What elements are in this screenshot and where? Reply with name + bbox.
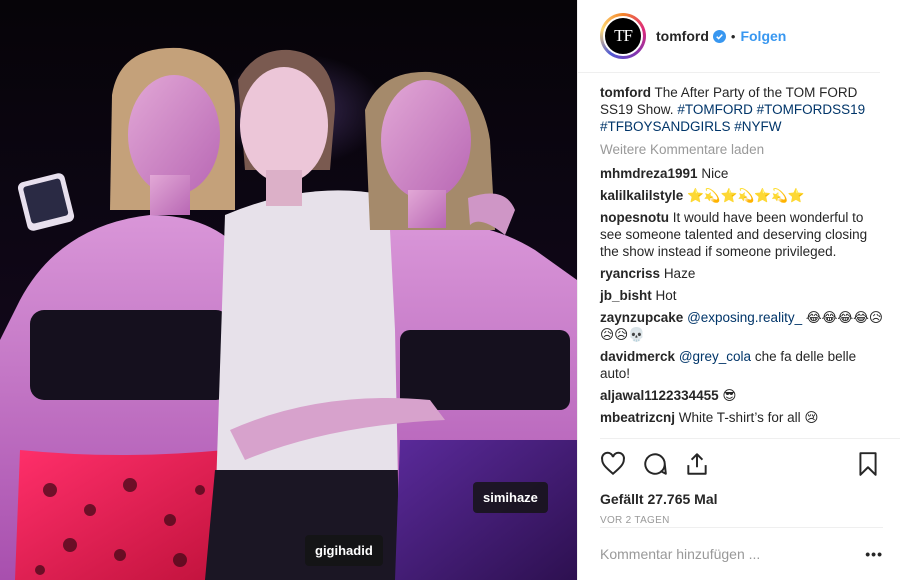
comment-text: Hot [655, 288, 677, 303]
hashtag[interactable]: #TOMFORD [677, 102, 753, 117]
likes-count[interactable]: Gefällt 27.765 Mal [600, 491, 900, 507]
mention[interactable]: @exposing.reality_ [687, 310, 802, 325]
post-photo[interactable]: gigihadid simihaze [0, 0, 577, 580]
comment-username[interactable]: zaynzupcake [600, 310, 683, 325]
heart-icon[interactable] [600, 451, 626, 477]
user-tag-simihaze[interactable]: simihaze [473, 482, 548, 513]
comment-username[interactable]: ryancriss [600, 266, 660, 281]
post-side-panel: TF tomford • Folgen tomford The After Pa… [577, 0, 900, 580]
hashtag[interactable]: #TOMFORDSS19 [757, 102, 866, 117]
comments-list: tomford The After Party of the TOM FORD … [600, 84, 885, 431]
comment-username[interactable]: jb_bisht [600, 288, 652, 303]
header-username[interactable]: tomford [656, 28, 709, 44]
comment-username[interactable]: mbeatrizcnj [600, 410, 675, 425]
comment: jb_bisht Hot [600, 287, 885, 304]
hashtag[interactable]: #TFBOYSANDGIRLS [600, 119, 731, 134]
comment-text: White T-shirt’s for all 😢 [678, 410, 819, 425]
verified-icon [712, 29, 726, 43]
add-comment-input[interactable]: Kommentar hinzufügen ... [600, 546, 760, 562]
add-comment-bar: Kommentar hinzufügen ... ••• [600, 527, 883, 562]
user-tag-gigihadid[interactable]: gigihadid [305, 535, 383, 566]
comment-username[interactable]: kalilkalilstyle [600, 188, 683, 203]
more-options-icon[interactable]: ••• [865, 546, 883, 562]
comment: ryancriss Haze [600, 265, 885, 282]
action-icons [600, 451, 900, 479]
comment: nopesnotu It would have been wonderful t… [600, 209, 885, 260]
avatar: TF [603, 16, 643, 56]
bookmark-icon[interactable] [855, 451, 881, 477]
comment-text: Nice [701, 166, 729, 181]
caption-username[interactable]: tomford [600, 85, 651, 100]
comment-icon[interactable] [642, 451, 668, 477]
comment: kalilkalilstyle ⭐️💫⭐️💫⭐️💫⭐️ [600, 187, 885, 204]
comment: davidmerck @grey_cola che fa delle belle… [600, 348, 885, 382]
caption: tomford The After Party of the TOM FORD … [600, 84, 885, 135]
follow-button[interactable]: Folgen [740, 28, 786, 44]
separator-dot: • [730, 28, 736, 44]
comment-text: ⭐️💫⭐️💫⭐️💫⭐️ [687, 188, 805, 203]
share-icon[interactable] [684, 451, 710, 477]
post-header: TF tomford • Folgen [578, 0, 880, 73]
comment: mbeatrizcnj White T-shirt’s for all 😢 [600, 409, 885, 426]
hashtag[interactable]: #NYFW [734, 119, 781, 134]
comment-text: 😎 [722, 388, 737, 403]
instagram-post: gigihadid simihaze TF tomford • Folgen t… [0, 0, 900, 580]
comment-username[interactable]: nopesnotu [600, 210, 669, 225]
mention[interactable]: @grey_cola [679, 349, 751, 364]
avatar-story-ring[interactable]: TF [600, 13, 646, 59]
comment: aljawal1122334455 😎 [600, 387, 885, 404]
comment-username[interactable]: mhmdreza1991 [600, 166, 698, 181]
comment: zaynzupcake @exposing.reality_ 😂😂😂😂😥😥😥💀 [600, 309, 885, 343]
comment-username[interactable]: aljawal1122334455 [600, 388, 719, 403]
post-timestamp[interactable]: VOR 2 TAGEN [600, 515, 900, 526]
comment: mhmdreza1991 Nice [600, 165, 885, 182]
post-actions: Gefällt 27.765 Mal VOR 2 TAGEN [600, 438, 900, 526]
comment-text: Haze [663, 266, 696, 281]
comment-username[interactable]: davidmerck [600, 349, 675, 364]
load-more-comments[interactable]: Weitere Kommentare laden [600, 141, 885, 158]
